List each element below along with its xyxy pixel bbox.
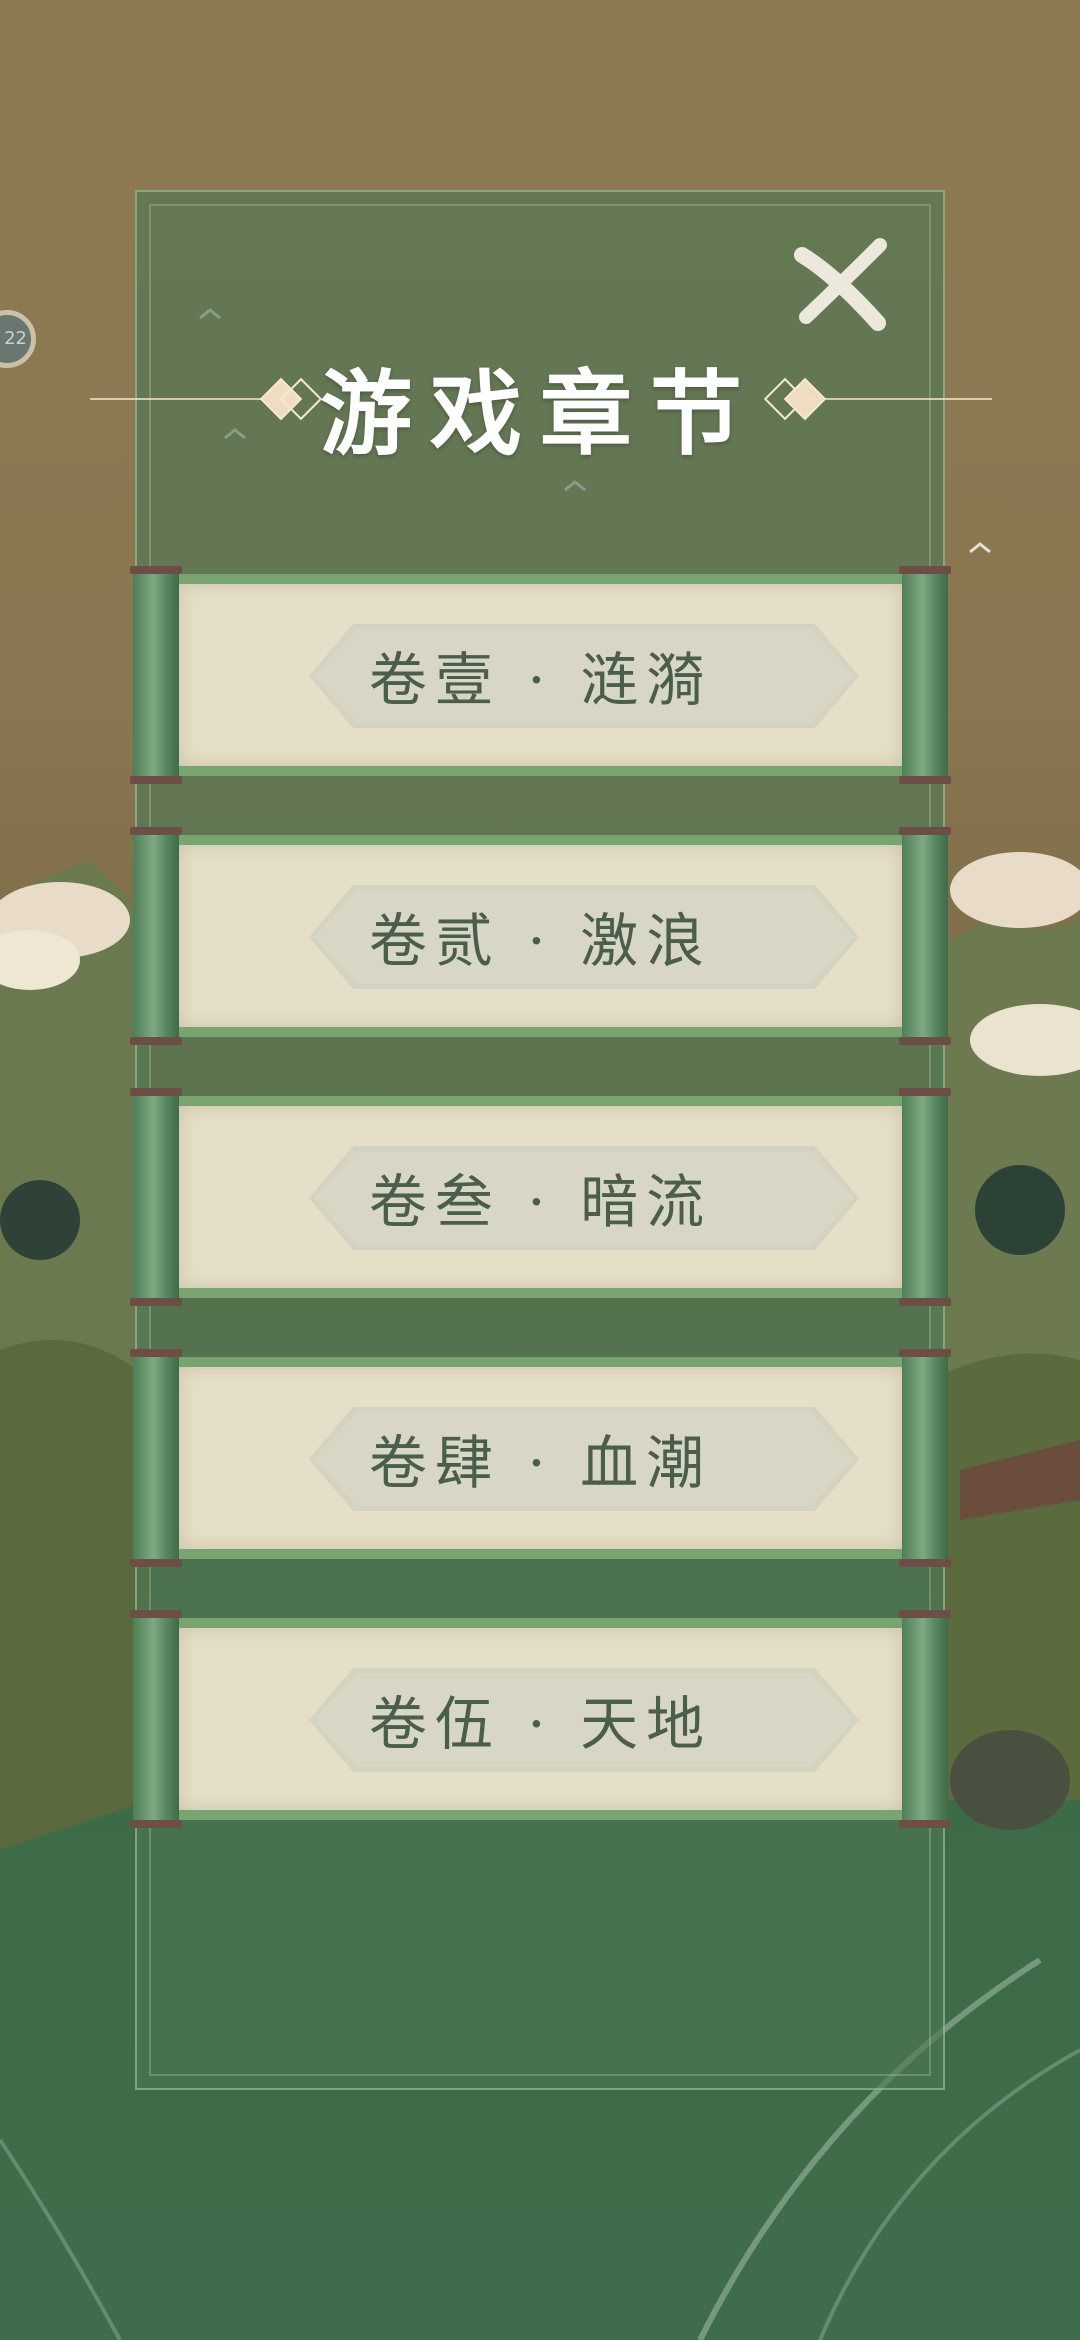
scroll-roller-right bbox=[899, 1349, 951, 1567]
scroll-roller-right bbox=[899, 1610, 951, 1828]
scroll-paper: 卷肆 · 血潮 bbox=[179, 1357, 902, 1559]
scroll-roller-left bbox=[130, 1349, 182, 1567]
title-right-line bbox=[806, 398, 992, 400]
chapter-label: 卷肆 · 血潮 bbox=[368, 1429, 713, 1497]
chapter-label: 卷叁 · 暗流 bbox=[368, 1168, 713, 1236]
scroll-paper: 卷贰 · 激浪 bbox=[179, 835, 902, 1037]
page-title: 游戏章节 bbox=[319, 360, 760, 468]
close-button[interactable] bbox=[790, 235, 890, 335]
chapter-button-3[interactable]: 卷叁 · 暗流 bbox=[130, 1088, 951, 1306]
chapter-button-1[interactable]: 卷壹 · 涟漪 bbox=[130, 566, 951, 784]
scroll-paper: 卷伍 · 天地 bbox=[179, 1618, 902, 1820]
chapter-label: 卷壹 · 涟漪 bbox=[368, 646, 713, 714]
scroll-roller-left bbox=[130, 827, 182, 1045]
close-icon bbox=[794, 238, 887, 331]
scroll-roller-left bbox=[130, 566, 182, 784]
side-badge-text: 22 bbox=[4, 328, 27, 349]
scroll-roller-right bbox=[899, 827, 951, 1045]
scroll-roller-left bbox=[130, 1610, 182, 1828]
scroll-roller-right bbox=[899, 1088, 951, 1306]
scroll-roller-right bbox=[899, 566, 951, 784]
scroll-roller-left bbox=[130, 1088, 182, 1306]
chapter-label: 卷贰 · 激浪 bbox=[368, 907, 713, 975]
scroll-paper: 卷壹 · 涟漪 bbox=[179, 574, 902, 776]
chapter-button-4[interactable]: 卷肆 · 血潮 bbox=[130, 1349, 951, 1567]
chapter-button-2[interactable]: 卷贰 · 激浪 bbox=[130, 827, 951, 1045]
scroll-paper: 卷叁 · 暗流 bbox=[179, 1096, 902, 1298]
chapter-label: 卷伍 · 天地 bbox=[368, 1690, 713, 1758]
title-row: 游戏章节 bbox=[90, 330, 992, 470]
chapter-button-5[interactable]: 卷伍 · 天地 bbox=[130, 1610, 951, 1828]
